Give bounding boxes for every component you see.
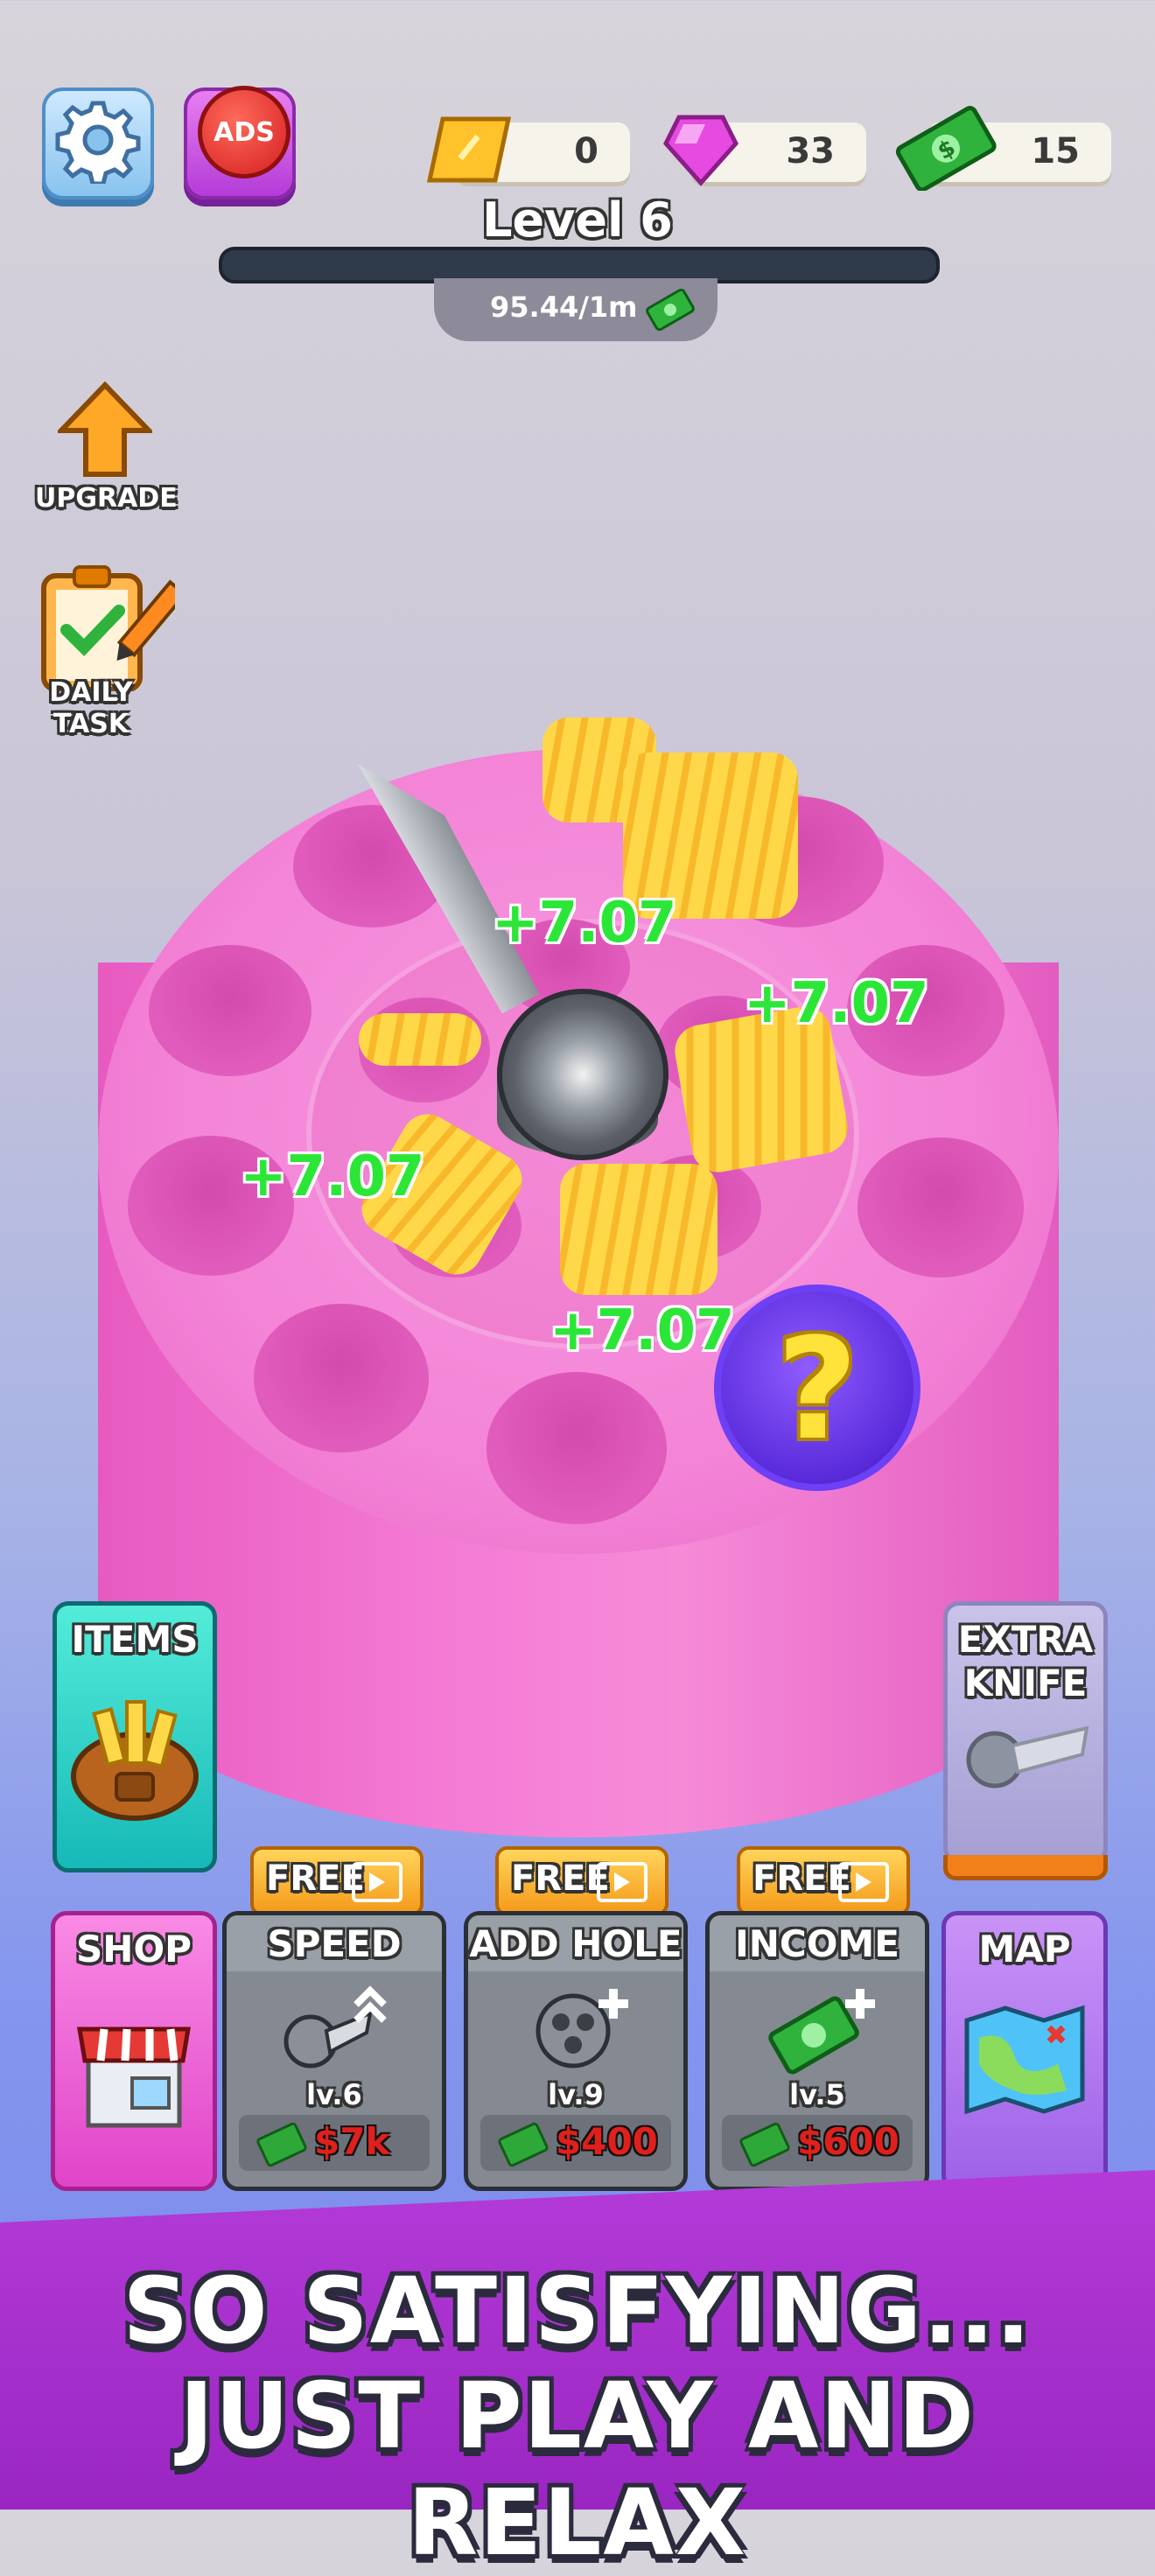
daily-task-label: DAILY TASK: [49, 677, 133, 739]
speed-level: lv.6: [306, 2078, 362, 2111]
reward-popup: +7.07: [550, 1298, 735, 1363]
gem-counter: 33: [663, 115, 866, 186]
reward-popup: +7.07: [492, 891, 677, 956]
free-add-hole-tag[interactable]: FREE: [495, 1846, 668, 1928]
reward-popup: +7.07: [240, 1144, 425, 1209]
speed-price: $7k: [239, 2115, 430, 2171]
speed-price-value: $7k: [314, 2120, 390, 2163]
cash-value: 15: [1031, 131, 1080, 172]
add-hole-price-value: $400: [556, 2120, 658, 2163]
question-mark-icon: ?: [776, 1307, 858, 1471]
banner-line-1: SO SATISFYING...: [122, 2258, 1032, 2364]
income-upgrade-card[interactable]: INCOME lv.5 $600: [705, 1911, 929, 2191]
income-price: $600: [722, 2115, 913, 2171]
gear-icon: [55, 101, 141, 184]
ticket-counter: 0: [426, 116, 630, 183]
add-hole-icon: [536, 1989, 628, 2068]
bag-icon: [71, 1700, 199, 1821]
shop-button[interactable]: SHOP: [51, 1911, 217, 2191]
items-label: ITEMS: [71, 1618, 199, 1661]
video-icon: [352, 1862, 402, 1902]
extra-knife-button[interactable]: EXTRA KNIFE: [943, 1601, 1108, 1880]
free-income-tag[interactable]: FREE: [737, 1846, 910, 1928]
hole[interactable]: [254, 1304, 429, 1452]
speed-icon: [284, 1985, 387, 2068]
mystery-box-button[interactable]: ?: [714, 1284, 920, 1491]
banner-line-2: JUST PLAY AND RELAX: [179, 2362, 976, 2576]
cash-icon: [496, 2121, 550, 2168]
free-label: FREE: [511, 1858, 610, 1899]
ads-button[interactable]: ADS: [184, 86, 296, 200]
gem-icon: [663, 115, 738, 186]
free-label: FREE: [752, 1858, 851, 1899]
cash-icon: [255, 2121, 309, 2168]
fries: [560, 1164, 718, 1295]
knife-icon: [966, 1726, 1089, 1788]
speed-label: SPEED: [267, 1922, 402, 1965]
extra-knife-footer: [943, 1855, 1108, 1880]
map-button[interactable]: MAP: [942, 1911, 1108, 2191]
income-icon: [768, 1989, 875, 2075]
extra-knife-label: EXTRA KNIFE: [957, 1618, 1094, 1704]
hole[interactable]: [486, 1372, 667, 1524]
map-icon: [964, 2005, 1085, 2115]
add-hole-label: ADD HOLE: [469, 1922, 682, 1965]
video-icon: [597, 1862, 648, 1902]
ticket-icon: [426, 116, 512, 183]
video-icon: [838, 1862, 889, 1902]
cash-counter: $ 15: [895, 106, 1111, 191]
income-price-value: $600: [797, 2120, 900, 2163]
clipboard-icon: [41, 565, 175, 691]
income-level: lv.5: [789, 2078, 845, 2111]
hole[interactable]: [858, 1138, 1024, 1278]
cash-icon: [738, 2121, 792, 2168]
cash-icon: [646, 288, 695, 332]
hole[interactable]: [149, 945, 312, 1076]
ticket-value: 0: [574, 131, 598, 172]
fries: [359, 1013, 481, 1066]
items-button[interactable]: ITEMS: [52, 1601, 217, 1872]
shop-icon: [77, 2026, 191, 2128]
income-rate: 95.44/1m: [434, 278, 718, 341]
cash-icon: $: [895, 106, 997, 191]
daily-task-button[interactable]: DAILY TASK: [30, 560, 175, 744]
ads-label: ADS: [214, 116, 275, 148]
reward-popup: +7.07: [744, 971, 929, 1036]
level-title: Level 6: [482, 192, 673, 248]
speed-upgrade-card[interactable]: SPEED lv.6 $7k: [222, 1911, 446, 2191]
gem-value: 33: [786, 131, 835, 172]
upgrade-button[interactable]: UPGRADE: [35, 382, 178, 522]
income-rate-value: 95.44/1m: [490, 290, 638, 324]
up-arrow-icon: [58, 382, 152, 477]
settings-button[interactable]: [42, 88, 154, 200]
upgrade-label: UPGRADE: [35, 483, 178, 514]
income-label: INCOME: [735, 1922, 900, 1965]
map-label: MAP: [978, 1928, 1071, 1970]
ads-icon: ADS: [198, 86, 290, 178]
shop-label: SHOP: [76, 1928, 192, 1970]
knife-hub[interactable]: [497, 989, 668, 1160]
add-hole-price: $400: [480, 2115, 671, 2171]
add-hole-upgrade-card[interactable]: ADD HOLE lv.9 $400: [464, 1911, 688, 2191]
add-hole-level: lv.9: [548, 2078, 604, 2111]
free-speed-tag[interactable]: FREE: [250, 1846, 424, 1928]
free-label: FREE: [266, 1858, 365, 1899]
